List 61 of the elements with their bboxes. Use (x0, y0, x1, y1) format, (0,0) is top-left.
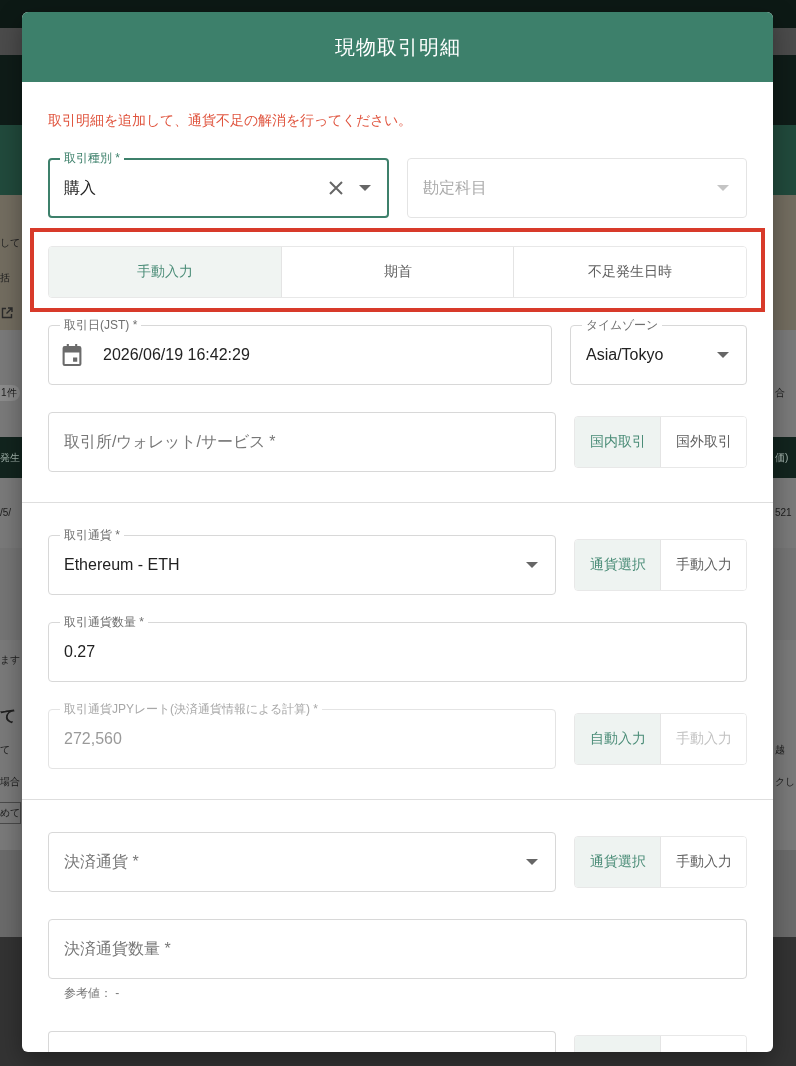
dialog-title: 現物取引明細 (334, 34, 461, 60)
toggle-option[interactable]: 国外取引 (660, 417, 746, 467)
caret-down-icon (526, 562, 538, 568)
field-placeholder: 決済通貨 * (64, 851, 139, 872)
caret-down-icon (717, 185, 729, 191)
heading-text: て (0, 706, 16, 726)
input-field[interactable]: 取引通貨数量 * 0.27 (48, 614, 747, 682)
error-message: 取引明細を追加して、通貨不足の解消を行ってください。 (48, 111, 412, 130)
background-text: 越 (775, 743, 785, 757)
toggle-option[interactable]: 通貨選択 (575, 540, 660, 590)
field-placeholder: 勘定科目 (422, 177, 487, 198)
field-label: 取引日(JST) * (60, 317, 142, 333)
input-field[interactable] (48, 1031, 556, 1052)
calendar-icon[interactable] (62, 344, 82, 366)
background-text: 521 (775, 506, 792, 520)
field-value: 2026/06/19 16:42:29 (103, 346, 250, 364)
table-header-text: 発生 (0, 450, 20, 465)
table-header-text: 価) (775, 450, 789, 465)
background-text: クし (775, 775, 795, 789)
tab[interactable]: 不足発生日時 (513, 247, 746, 297)
toggle-option[interactable]: 国内取引 (575, 417, 660, 467)
count-badge: 1件 (0, 385, 20, 401)
field-label: 取引種別 * (60, 150, 124, 166)
helper-text: 参考値： - (64, 985, 120, 1001)
caret-down-icon (526, 859, 538, 865)
page-button[interactable]: めて (0, 802, 21, 824)
select-field[interactable]: タイムゾーン Asia/Tokyo (570, 317, 747, 385)
background-text: して (0, 236, 20, 250)
toggle-option[interactable] (660, 1036, 746, 1052)
caret-down-icon (358, 185, 371, 191)
caret-down-icon (717, 352, 729, 358)
background-text: ます (0, 653, 20, 667)
toggle-option[interactable] (575, 1036, 660, 1052)
toggle-option[interactable]: 自動入力 (575, 714, 660, 764)
field-value: Asia/Tokyo (586, 346, 664, 364)
field-label: 取引通貨数量 * (60, 614, 148, 630)
field-label: 取引通貨 * (60, 527, 124, 543)
field-value: 0.27 (64, 643, 96, 661)
input-field[interactable]: 取引所/ウォレット/サービス * (48, 412, 556, 472)
background-text: /5/ (0, 506, 12, 520)
background-text: て (0, 743, 10, 757)
background-text: 場合 (0, 775, 20, 789)
toggle-option[interactable]: 手動入力 (660, 540, 746, 590)
field-label: 取引通貨JPYレート(決済通貨情報による計算) * (60, 701, 322, 717)
field-placeholder: 取引所/ウォレット/サービス * (64, 431, 276, 452)
date-field[interactable]: 取引日(JST) * 2026/06/19 16:42:29 (48, 317, 552, 385)
background-text: 括 (0, 271, 10, 285)
field-value: Ethereum - ETH (64, 556, 180, 574)
field-label: タイムゾーン (582, 317, 662, 333)
select-field[interactable]: 取引通貨 * Ethereum - ETH (48, 527, 556, 595)
toggle-option[interactable]: 通貨選択 (575, 837, 660, 887)
background-text: 合 (775, 386, 785, 400)
external-link-icon (1, 306, 13, 319)
clear-icon[interactable] (328, 181, 343, 195)
tab[interactable]: 手動入力 (49, 247, 281, 297)
select-field[interactable]: 決済通貨 * (48, 832, 556, 892)
input-field[interactable]: 決済通貨数量 * (48, 919, 747, 979)
select-field[interactable]: 取引種別 * 購入 (48, 150, 389, 218)
field-value: 購入 (64, 177, 96, 198)
toggle-option[interactable]: 手動入力 (660, 837, 746, 887)
field-placeholder: 決済通貨数量 * (64, 938, 171, 959)
